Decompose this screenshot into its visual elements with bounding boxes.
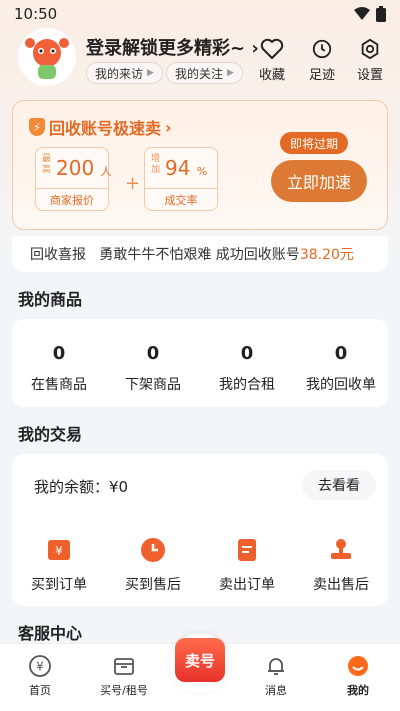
trade-card: 我的余额：¥0 去看看 ¥ 买到订单 买到售后 卖出订单 卖出售后 xyxy=(12,454,388,606)
balance-text: 我的余额：¥0 xyxy=(34,478,129,496)
my-shared-rent[interactable]: 0 我的合租 xyxy=(200,319,294,394)
plus-icon: + xyxy=(125,173,141,194)
tab-buy-rent[interactable]: 买号/租号 xyxy=(84,654,164,698)
on-sale-goods[interactable]: 0 在售商品 xyxy=(12,319,106,394)
yen-order-icon: ¥ xyxy=(45,536,73,564)
stamp-icon xyxy=(327,536,355,564)
tab-messages[interactable]: 消息 xyxy=(236,654,316,698)
my-following-button[interactable]: 我的关注 ▶ xyxy=(166,62,243,84)
rate-stat: 增加 94 % 成交率 xyxy=(144,147,218,211)
sold-orders[interactable]: 卖出订单 xyxy=(200,536,294,594)
smile-face-icon xyxy=(348,656,368,676)
goods-section-title: 我的商品 xyxy=(18,290,83,309)
bought-after-sales[interactable]: 买到售后 xyxy=(106,536,200,594)
off-shelf-goods[interactable]: 0 下架商品 xyxy=(106,319,200,394)
quote-stat: 最高 200 人 商家报价 xyxy=(35,147,112,211)
gear-icon xyxy=(361,38,379,60)
wifi-icon xyxy=(354,7,370,20)
footprint-button[interactable]: 足迹 xyxy=(302,38,342,83)
login-prompt[interactable]: 登录解锁更多精彩~ › xyxy=(86,34,259,60)
clock-icon xyxy=(139,536,167,564)
tab-home[interactable]: ¥ 首页 xyxy=(0,654,80,698)
recycle-news-ticker: 回收喜报 勇敢牛牛不怕艰难 成功回收账号 38.20元 xyxy=(12,236,388,272)
avatar[interactable] xyxy=(18,28,76,86)
accelerate-button[interactable]: 立即加速 xyxy=(271,160,367,202)
triangle-right-icon: ▶ xyxy=(227,68,234,78)
bought-orders[interactable]: ¥ 买到订单 xyxy=(12,536,106,594)
status-bar: 10:50 xyxy=(0,0,400,28)
svg-text:¥: ¥ xyxy=(55,544,63,558)
heart-icon xyxy=(260,38,284,59)
sell-button[interactable]: 卖号 xyxy=(175,638,225,682)
service-section-title: 客服中心 xyxy=(18,624,83,643)
favorites-button[interactable]: 收藏 xyxy=(252,38,292,83)
status-time: 10:50 xyxy=(14,5,58,23)
goods-card: 0 在售商品 0 下架商品 0 我的合租 0 我的回收单 xyxy=(12,319,388,407)
user-header: 登录解锁更多精彩~ › 我的来访 ▶ 我的关注 ▶ 收藏 足迹 设置 xyxy=(18,28,388,88)
document-icon xyxy=(233,536,261,564)
my-recycle-orders[interactable]: 0 我的回收单 xyxy=(294,319,388,394)
tab-mine[interactable]: 我的 xyxy=(318,654,398,698)
yen-circle-icon: ¥ xyxy=(29,655,51,677)
battery-icon xyxy=(376,6,386,22)
expiring-badge: 即将过期 xyxy=(280,132,349,154)
view-balance-button[interactable]: 去看看 xyxy=(302,470,376,500)
history-icon xyxy=(312,39,332,59)
crab-mascot-icon xyxy=(25,38,69,79)
shield-icon: ⚡ xyxy=(29,118,45,136)
my-visitors-button[interactable]: 我的来访 ▶ xyxy=(86,62,163,84)
bell-icon xyxy=(268,658,284,675)
sold-after-sales[interactable]: 卖出售后 xyxy=(294,536,388,594)
trade-section-title: 我的交易 xyxy=(18,425,83,444)
triangle-right-icon: ▶ xyxy=(147,68,154,78)
store-icon xyxy=(114,658,134,675)
settings-button[interactable]: 设置 xyxy=(350,38,390,83)
recycle-title: ⚡ 回收账号极速卖 › xyxy=(29,115,172,139)
svg-text:¥: ¥ xyxy=(36,660,44,674)
